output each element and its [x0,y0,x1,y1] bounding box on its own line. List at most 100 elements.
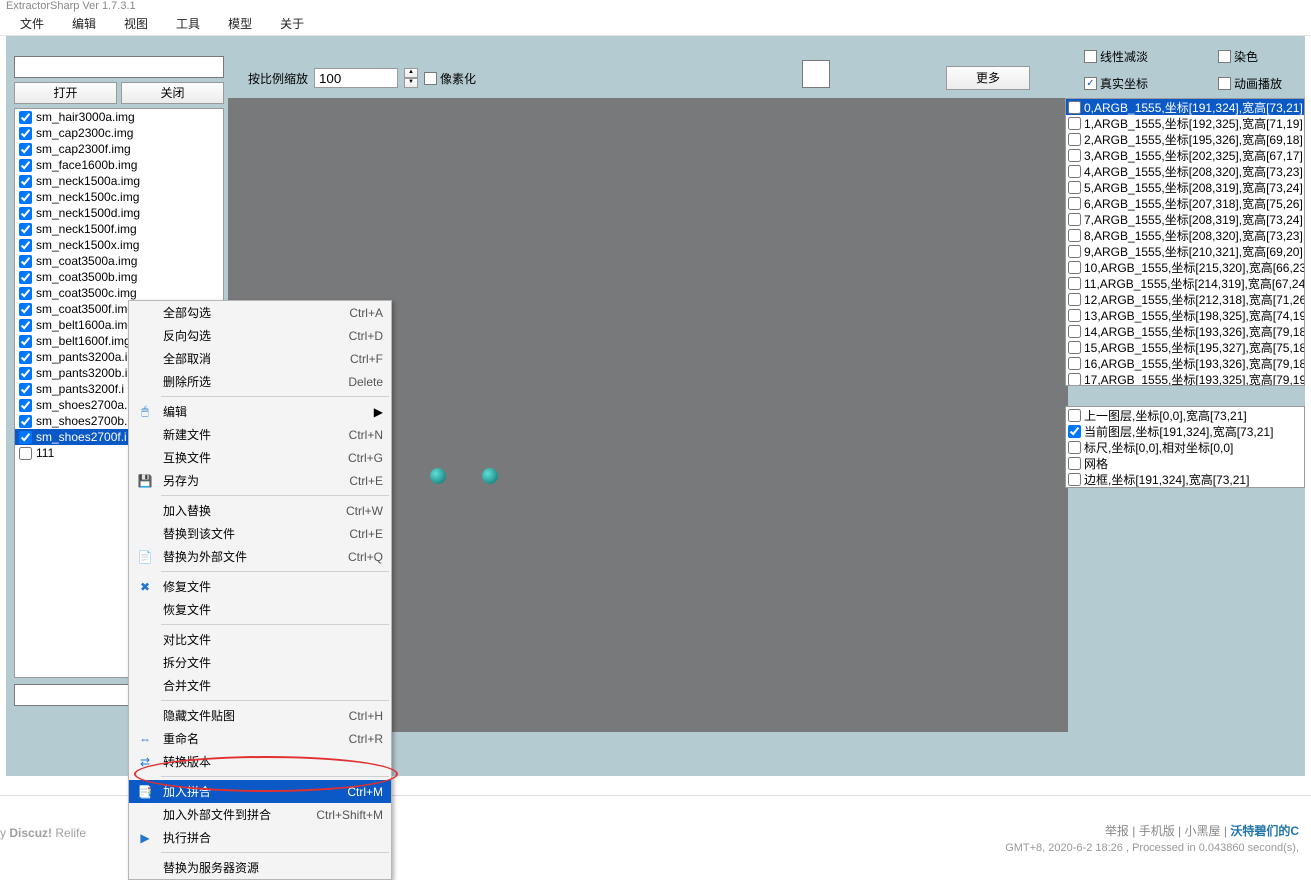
file-item-check[interactable] [19,351,32,364]
frame-item-check[interactable] [1068,341,1081,354]
context-menu-item[interactable]: 💾另存为Ctrl+E [129,469,391,492]
file-item-check[interactable] [19,447,32,460]
frame-item-check[interactable] [1068,229,1081,242]
context-menu-item[interactable]: 恢复文件 [129,598,391,621]
file-item-check[interactable] [19,431,32,444]
frame-item[interactable]: 1,ARGB_1555,坐标[192,325],宽高[71,19] [1066,115,1304,131]
context-menu-item[interactable]: 删除所选Delete [129,370,391,393]
context-menu-item[interactable]: ⇄转换版本 [129,750,391,773]
file-item[interactable]: sm_neck1500c.img [15,189,223,205]
frame-item[interactable]: 8,ARGB_1555,坐标[208,320],宽高[73,23] [1066,227,1304,243]
frame-item-check[interactable] [1068,277,1081,290]
layer-item-check[interactable] [1068,457,1081,470]
frame-item-check[interactable] [1068,325,1081,338]
file-item-check[interactable] [19,287,32,300]
file-item-check[interactable] [19,127,32,140]
menu-tools[interactable]: 工具 [162,12,214,35]
pixelize-check[interactable]: 像素化 [424,70,476,87]
menu-view[interactable]: 视图 [110,12,162,35]
file-item-check[interactable] [19,175,32,188]
context-menu-item[interactable]: ▶执行拼合 [129,826,391,849]
file-item[interactable]: sm_face1600b.img [15,157,223,173]
context-menu-item[interactable]: ⇔重命名Ctrl+R [129,727,391,750]
context-menu-item[interactable]: 替换到该文件Ctrl+E [129,522,391,545]
frame-item-check[interactable] [1068,149,1081,162]
frame-item[interactable]: 10,ARGB_1555,坐标[215,320],宽高[66,23] [1066,259,1304,275]
real-coord-check[interactable]: ✓真实坐标 [1084,75,1214,92]
frame-item[interactable]: 6,ARGB_1555,坐标[207,318],宽高[75,26] [1066,195,1304,211]
context-menu-item[interactable]: 合并文件 [129,674,391,697]
file-item[interactable]: sm_neck1500x.img [15,237,223,253]
dye-check[interactable]: 染色 [1218,48,1311,65]
footer-link[interactable]: 小黑屋 [1185,824,1221,838]
file-item[interactable]: sm_neck1500d.img [15,205,223,221]
context-menu-item[interactable]: 加入替换Ctrl+W [129,499,391,522]
context-menu-item[interactable]: 🖱编辑▶ [129,400,391,423]
context-menu-item[interactable]: 互换文件Ctrl+G [129,446,391,469]
footer-link[interactable]: 举报 [1105,824,1129,838]
file-item-check[interactable] [19,255,32,268]
layer-item[interactable]: 边框,坐标[191,324],宽高[73,21] [1066,471,1304,487]
file-item-check[interactable] [19,367,32,380]
frame-item[interactable]: 17,ARGB_1555,坐标[193,325],宽高[79,19] [1066,371,1304,386]
layer-item-check[interactable] [1068,409,1081,422]
file-item-check[interactable] [19,319,32,332]
frame-item-check[interactable] [1068,101,1081,114]
file-item-check[interactable] [19,111,32,124]
frame-item-check[interactable] [1068,165,1081,178]
frame-item-check[interactable] [1068,261,1081,274]
close-button[interactable]: 关闭 [121,82,224,104]
frame-item[interactable]: 11,ARGB_1555,坐标[214,319],宽高[67,24] [1066,275,1304,291]
file-item-check[interactable] [19,383,32,396]
context-menu-item[interactable]: 📄替换为外部文件Ctrl+Q [129,545,391,568]
file-item-check[interactable] [19,143,32,156]
file-item-check[interactable] [19,159,32,172]
layer-item-check[interactable] [1068,425,1081,438]
anim-play-check[interactable]: 动画播放 [1218,75,1311,92]
file-item[interactable]: sm_neck1500f.img [15,221,223,237]
layer-item[interactable]: 标尺,坐标[0,0],相对坐标[0,0] [1066,439,1304,455]
frame-item[interactable]: 12,ARGB_1555,坐标[212,318],宽高[71,26] [1066,291,1304,307]
file-item-check[interactable] [19,399,32,412]
frame-item-check[interactable] [1068,357,1081,370]
frame-item[interactable]: 3,ARGB_1555,坐标[202,325],宽高[67,17] [1066,147,1304,163]
frame-item[interactable]: 15,ARGB_1555,坐标[195,327],宽高[75,18] [1066,339,1304,355]
context-menu-item[interactable]: 全部勾选Ctrl+A [129,301,391,324]
file-item-check[interactable] [19,415,32,428]
frame-item[interactable]: 9,ARGB_1555,坐标[210,321],宽高[69,20] [1066,243,1304,259]
context-menu[interactable]: 全部勾选Ctrl+A反向勾选Ctrl+D全部取消Ctrl+F删除所选Delete… [128,300,392,880]
file-item-check[interactable] [19,335,32,348]
layer-item[interactable]: 上一图层,坐标[0,0],宽高[73,21] [1066,407,1304,423]
file-item-check[interactable] [19,271,32,284]
file-item-check[interactable] [19,239,32,252]
frame-item[interactable]: 13,ARGB_1555,坐标[198,325],宽高[74,19] [1066,307,1304,323]
frame-item[interactable]: 14,ARGB_1555,坐标[193,326],宽高[79,18] [1066,323,1304,339]
file-item-check[interactable] [19,223,32,236]
frame-item[interactable]: 2,ARGB_1555,坐标[195,326],宽高[69,18] [1066,131,1304,147]
layer-item-check[interactable] [1068,473,1081,486]
context-menu-item[interactable]: 隐藏文件贴图Ctrl+H [129,704,391,727]
menu-about[interactable]: 关于 [266,12,318,35]
file-item-check[interactable] [19,191,32,204]
footer-link[interactable]: 手机版 [1139,824,1175,838]
color-swatch[interactable] [802,60,830,88]
frame-item-check[interactable] [1068,213,1081,226]
frame-item[interactable]: 5,ARGB_1555,坐标[208,319],宽高[73,24] [1066,179,1304,195]
frame-item[interactable]: 0,ARGB_1555,坐标[191,324],宽高[73,21] [1066,99,1304,115]
context-menu-item[interactable]: 拆分文件 [129,651,391,674]
frame-item-check[interactable] [1068,373,1081,386]
footer-link[interactable]: 沃特碧们的C [1230,824,1299,838]
open-button[interactable]: 打开 [14,82,117,104]
context-menu-item[interactable]: ✖修复文件 [129,575,391,598]
context-menu-item[interactable]: 反向勾选Ctrl+D [129,324,391,347]
file-item-check[interactable] [19,303,32,316]
context-menu-item[interactable]: 📑加入拼合Ctrl+M [129,780,391,803]
file-item[interactable]: sm_coat3500a.img [15,253,223,269]
menu-model[interactable]: 模型 [214,12,266,35]
frame-list[interactable]: 0,ARGB_1555,坐标[191,324],宽高[73,21]1,ARGB_… [1065,98,1305,386]
frame-item[interactable]: 16,ARGB_1555,坐标[193,326],宽高[79,18] [1066,355,1304,371]
context-menu-item[interactable]: 对比文件 [129,628,391,651]
menu-file[interactable]: 文件 [6,12,58,35]
search-input[interactable] [14,56,224,78]
context-menu-item[interactable]: 全部取消Ctrl+F [129,347,391,370]
